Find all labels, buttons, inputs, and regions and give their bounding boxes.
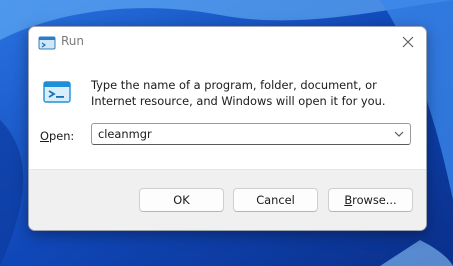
- open-label: Open:: [40, 129, 74, 143]
- chevron-down-icon[interactable]: [392, 127, 406, 141]
- open-label-rest: pen:: [48, 129, 75, 143]
- close-button[interactable]: [399, 33, 417, 51]
- open-label-mnemonic: O: [40, 129, 49, 143]
- run-icon: [38, 36, 56, 50]
- title-bar: Run: [29, 27, 426, 57]
- run-dialog: Run Type the name of a program, folder, …: [28, 26, 427, 231]
- ok-button[interactable]: OK: [139, 188, 224, 212]
- open-combobox[interactable]: cleanmgr: [91, 123, 411, 145]
- close-icon: [402, 36, 414, 48]
- dialog-content: Type the name of a program, folder, docu…: [29, 57, 426, 169]
- browse-mnemonic: B: [344, 193, 353, 207]
- open-input[interactable]: cleanmgr: [98, 127, 152, 141]
- description-text: Type the name of a program, folder, docu…: [91, 78, 386, 108]
- button-bar: OK Cancel Browse...: [29, 169, 426, 230]
- browse-button[interactable]: Browse...: [328, 188, 413, 212]
- window-title: Run: [61, 34, 85, 48]
- cancel-button[interactable]: Cancel: [233, 188, 318, 212]
- browse-label-rest: rowse...: [352, 193, 397, 207]
- run-icon: [43, 81, 71, 103]
